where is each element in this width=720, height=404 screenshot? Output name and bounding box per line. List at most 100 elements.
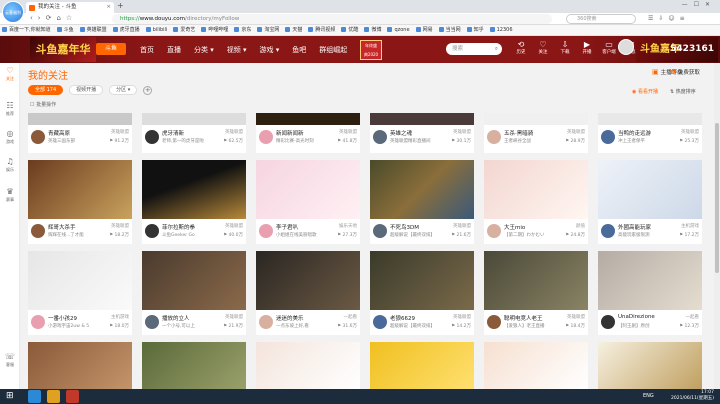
- input-language[interactable]: ENG: [643, 393, 654, 399]
- stream-thumbnail[interactable]: [598, 160, 702, 219]
- windows-start-icon[interactable]: ⊞: [6, 391, 14, 401]
- streamer-avatar[interactable]: [373, 315, 387, 329]
- bookmark-item[interactable]: 虎牙直播: [112, 25, 140, 35]
- stream-category[interactable]: 颜值: [576, 223, 585, 229]
- stream-thumbnail[interactable]: [370, 342, 474, 389]
- stream-thumbnail[interactable]: [28, 251, 132, 310]
- stream-category[interactable]: 英雄联盟: [453, 314, 471, 320]
- streamer-avatar[interactable]: [601, 224, 615, 238]
- nav-buttons[interactable]: ‹›⟳⌂☆: [30, 14, 77, 22]
- streamer-avatar[interactable]: [31, 224, 45, 238]
- sidebar-item-2[interactable]: ◎ 游戏: [0, 129, 20, 144]
- event-banner-right[interactable]: 斗鱼嘉年 5423161: [636, 37, 718, 62]
- stream-thumbnail[interactable]: [142, 160, 246, 219]
- streamer-avatar[interactable]: [487, 130, 501, 144]
- page-scrollbar[interactable]: [714, 63, 720, 389]
- stream-thumbnail[interactable]: [142, 113, 246, 125]
- window-controls[interactable]: —☐✕: [682, 1, 716, 8]
- follow-card-partial[interactable]: 青藏高原 英雄联盟 英雄三国东部 ⚑ 91.2万: [28, 125, 132, 153]
- bookmark-item[interactable]: 京东: [234, 25, 251, 35]
- bookmark-item[interactable]: 百度一下,你就知道: [2, 25, 51, 35]
- user-avatar[interactable]: [618, 39, 634, 55]
- follow-card[interactable]: 不死鸟3DM 英雄联盟 超级解说【最终双排】 ⚑ 21.6万: [370, 160, 474, 244]
- header-client-button[interactable]: ▭ 客户端: [602, 40, 616, 56]
- free-get-link[interactable]: ✿ 免费获取: [670, 68, 700, 76]
- streamer-avatar[interactable]: [31, 130, 45, 144]
- stream-thumbnail[interactable]: [142, 342, 246, 389]
- bookmark-item[interactable]: 淘宝网: [257, 25, 279, 35]
- nav-item-5[interactable]: 鱼吧: [292, 45, 306, 55]
- stream-category[interactable]: 英雄联盟: [225, 314, 243, 320]
- stream-category[interactable]: 一起看: [344, 314, 358, 320]
- stream-thumbnail[interactable]: [484, 160, 588, 219]
- bookmark-item[interactable]: 天猫: [285, 25, 302, 35]
- stream-thumbnail[interactable]: [484, 251, 588, 310]
- streamer-avatar[interactable]: [601, 315, 615, 329]
- streamer-avatar[interactable]: [601, 130, 615, 144]
- stream-thumbnail[interactable]: [370, 251, 474, 310]
- search-icon[interactable]: ⌕: [495, 43, 498, 55]
- streamer-avatar[interactable]: [373, 130, 387, 144]
- stream-category[interactable]: 英雄联盟: [111, 223, 129, 229]
- live-now-link[interactable]: ◉ 看看开播: [632, 88, 658, 95]
- stream-thumbnail[interactable]: [598, 113, 702, 125]
- stream-thumbnail[interactable]: [256, 342, 360, 389]
- follow-card[interactable]: 聪明电竞人老王 英雄联盟 【爱狼人】老王直播 ⚑ 18.4万: [484, 251, 588, 335]
- streamer-avatar[interactable]: [259, 315, 273, 329]
- streamer-avatar[interactable]: [487, 315, 501, 329]
- stream-category[interactable]: 英雄联盟: [339, 129, 357, 135]
- stream-category[interactable]: 主机游戏: [111, 314, 129, 320]
- stream-category[interactable]: 英雄联盟: [225, 223, 243, 229]
- bookmark-item[interactable]: 知乎: [466, 25, 484, 35]
- streamer-avatar[interactable]: [373, 224, 387, 238]
- taskbar-app-icon[interactable]: [66, 390, 79, 403]
- browser-toolbar-icons[interactable]: ☰⇩☺≡: [648, 15, 690, 22]
- bookmark-item[interactable]: 哔哩哔哩: [201, 25, 228, 35]
- url-field[interactable]: https://www.douyu.com/directory/myFollow: [112, 14, 552, 24]
- stream-thumbnail[interactable]: [28, 113, 132, 125]
- nav-item-1[interactable]: 直播: [167, 45, 181, 55]
- follow-card[interactable]: 一番小孩29 主机游戏 小游戏宇宙2uw & 5 ⚑ 18.0万: [28, 251, 132, 335]
- streamer-avatar[interactable]: [259, 224, 273, 238]
- stream-thumbnail[interactable]: [598, 251, 702, 310]
- follow-card[interactable]: UnaDirezione 一起看 【阿王剧】原创 ⚑ 12.3万: [598, 251, 702, 335]
- stream-category[interactable]: 英雄联盟: [681, 129, 699, 135]
- stream-category[interactable]: 英雄联盟: [567, 314, 585, 320]
- bookmark-item[interactable]: 微博: [364, 25, 381, 35]
- stream-thumbnail[interactable]: [484, 342, 588, 389]
- stream-thumbnail[interactable]: [256, 251, 360, 310]
- follow-card[interactable]: 外國高能玩家 主机游戏 高能玩家极限测 ⚑ 17.2万: [598, 160, 702, 244]
- follow-card[interactable]: 李子君叭 娱乐天地 小姐姐在线美丽唱歌 ⚑ 27.3万: [256, 160, 360, 244]
- system-clock[interactable]: 17:07 2021/06/11(星期五): [671, 390, 714, 402]
- taskbar-browser-icon[interactable]: [28, 390, 41, 403]
- stream-category[interactable]: 英雄联盟: [225, 129, 243, 135]
- stream-thumbnail[interactable]: [370, 113, 474, 125]
- event-banner-left[interactable]: 斗鱼嘉年华: [30, 37, 96, 62]
- stream-category[interactable]: 英雄联盟: [453, 129, 471, 135]
- stream-thumbnail[interactable]: [256, 160, 360, 219]
- stream-category[interactable]: 主机游戏: [681, 223, 699, 229]
- filter-category[interactable]: 分区 ▾: [109, 85, 138, 95]
- bookmark-item[interactable]: 网易: [415, 25, 433, 35]
- year-event-badge[interactable]: 年终盛 典2020: [360, 40, 382, 60]
- browser-tab[interactable]: 我的关注 - 斗鱼 ×: [26, 2, 114, 13]
- stream-thumbnail[interactable]: [142, 251, 246, 310]
- filter-all[interactable]: 全部 174: [28, 85, 64, 95]
- sidebar-item-3[interactable]: ♫ 娱乐: [0, 157, 20, 172]
- follow-card[interactable]: 老狼6629 英雄联盟 超级解说【最终双排】 ⚑ 14.2万: [370, 251, 474, 335]
- stream-thumbnail[interactable]: [598, 342, 702, 389]
- new-tab-button[interactable]: +: [117, 1, 124, 10]
- bookmark-item[interactable]: 腾讯视频: [308, 25, 335, 35]
- sidebar-item-5[interactable]: ☏ 客服: [0, 352, 20, 367]
- follow-card-partial[interactable]: 虎牙清新 英雄联盟 老师,第一的虎牙是啦 ⚑ 62.5万: [142, 125, 246, 153]
- follow-card[interactable]: 播放的立人 英雄联盟 一个小号,可以上 ⚑ 21.9万: [142, 251, 246, 335]
- header-follow-button[interactable]: ♡ 关注: [536, 40, 550, 56]
- stream-category[interactable]: 英雄联盟: [453, 223, 471, 229]
- stream-category[interactable]: 英雄联盟: [111, 129, 129, 135]
- follow-card[interactable]: 大王mio 颜值 【第二期】わかむい ⚑ 24.8万: [484, 160, 588, 244]
- stream-thumbnail[interactable]: [28, 342, 132, 389]
- stream-thumbnail[interactable]: [484, 113, 588, 125]
- sidebar-item-0[interactable]: ♡ 关注: [0, 66, 20, 81]
- streamer-avatar[interactable]: [145, 224, 159, 238]
- batch-operation-button[interactable]: ☐ 批量操作: [30, 101, 56, 108]
